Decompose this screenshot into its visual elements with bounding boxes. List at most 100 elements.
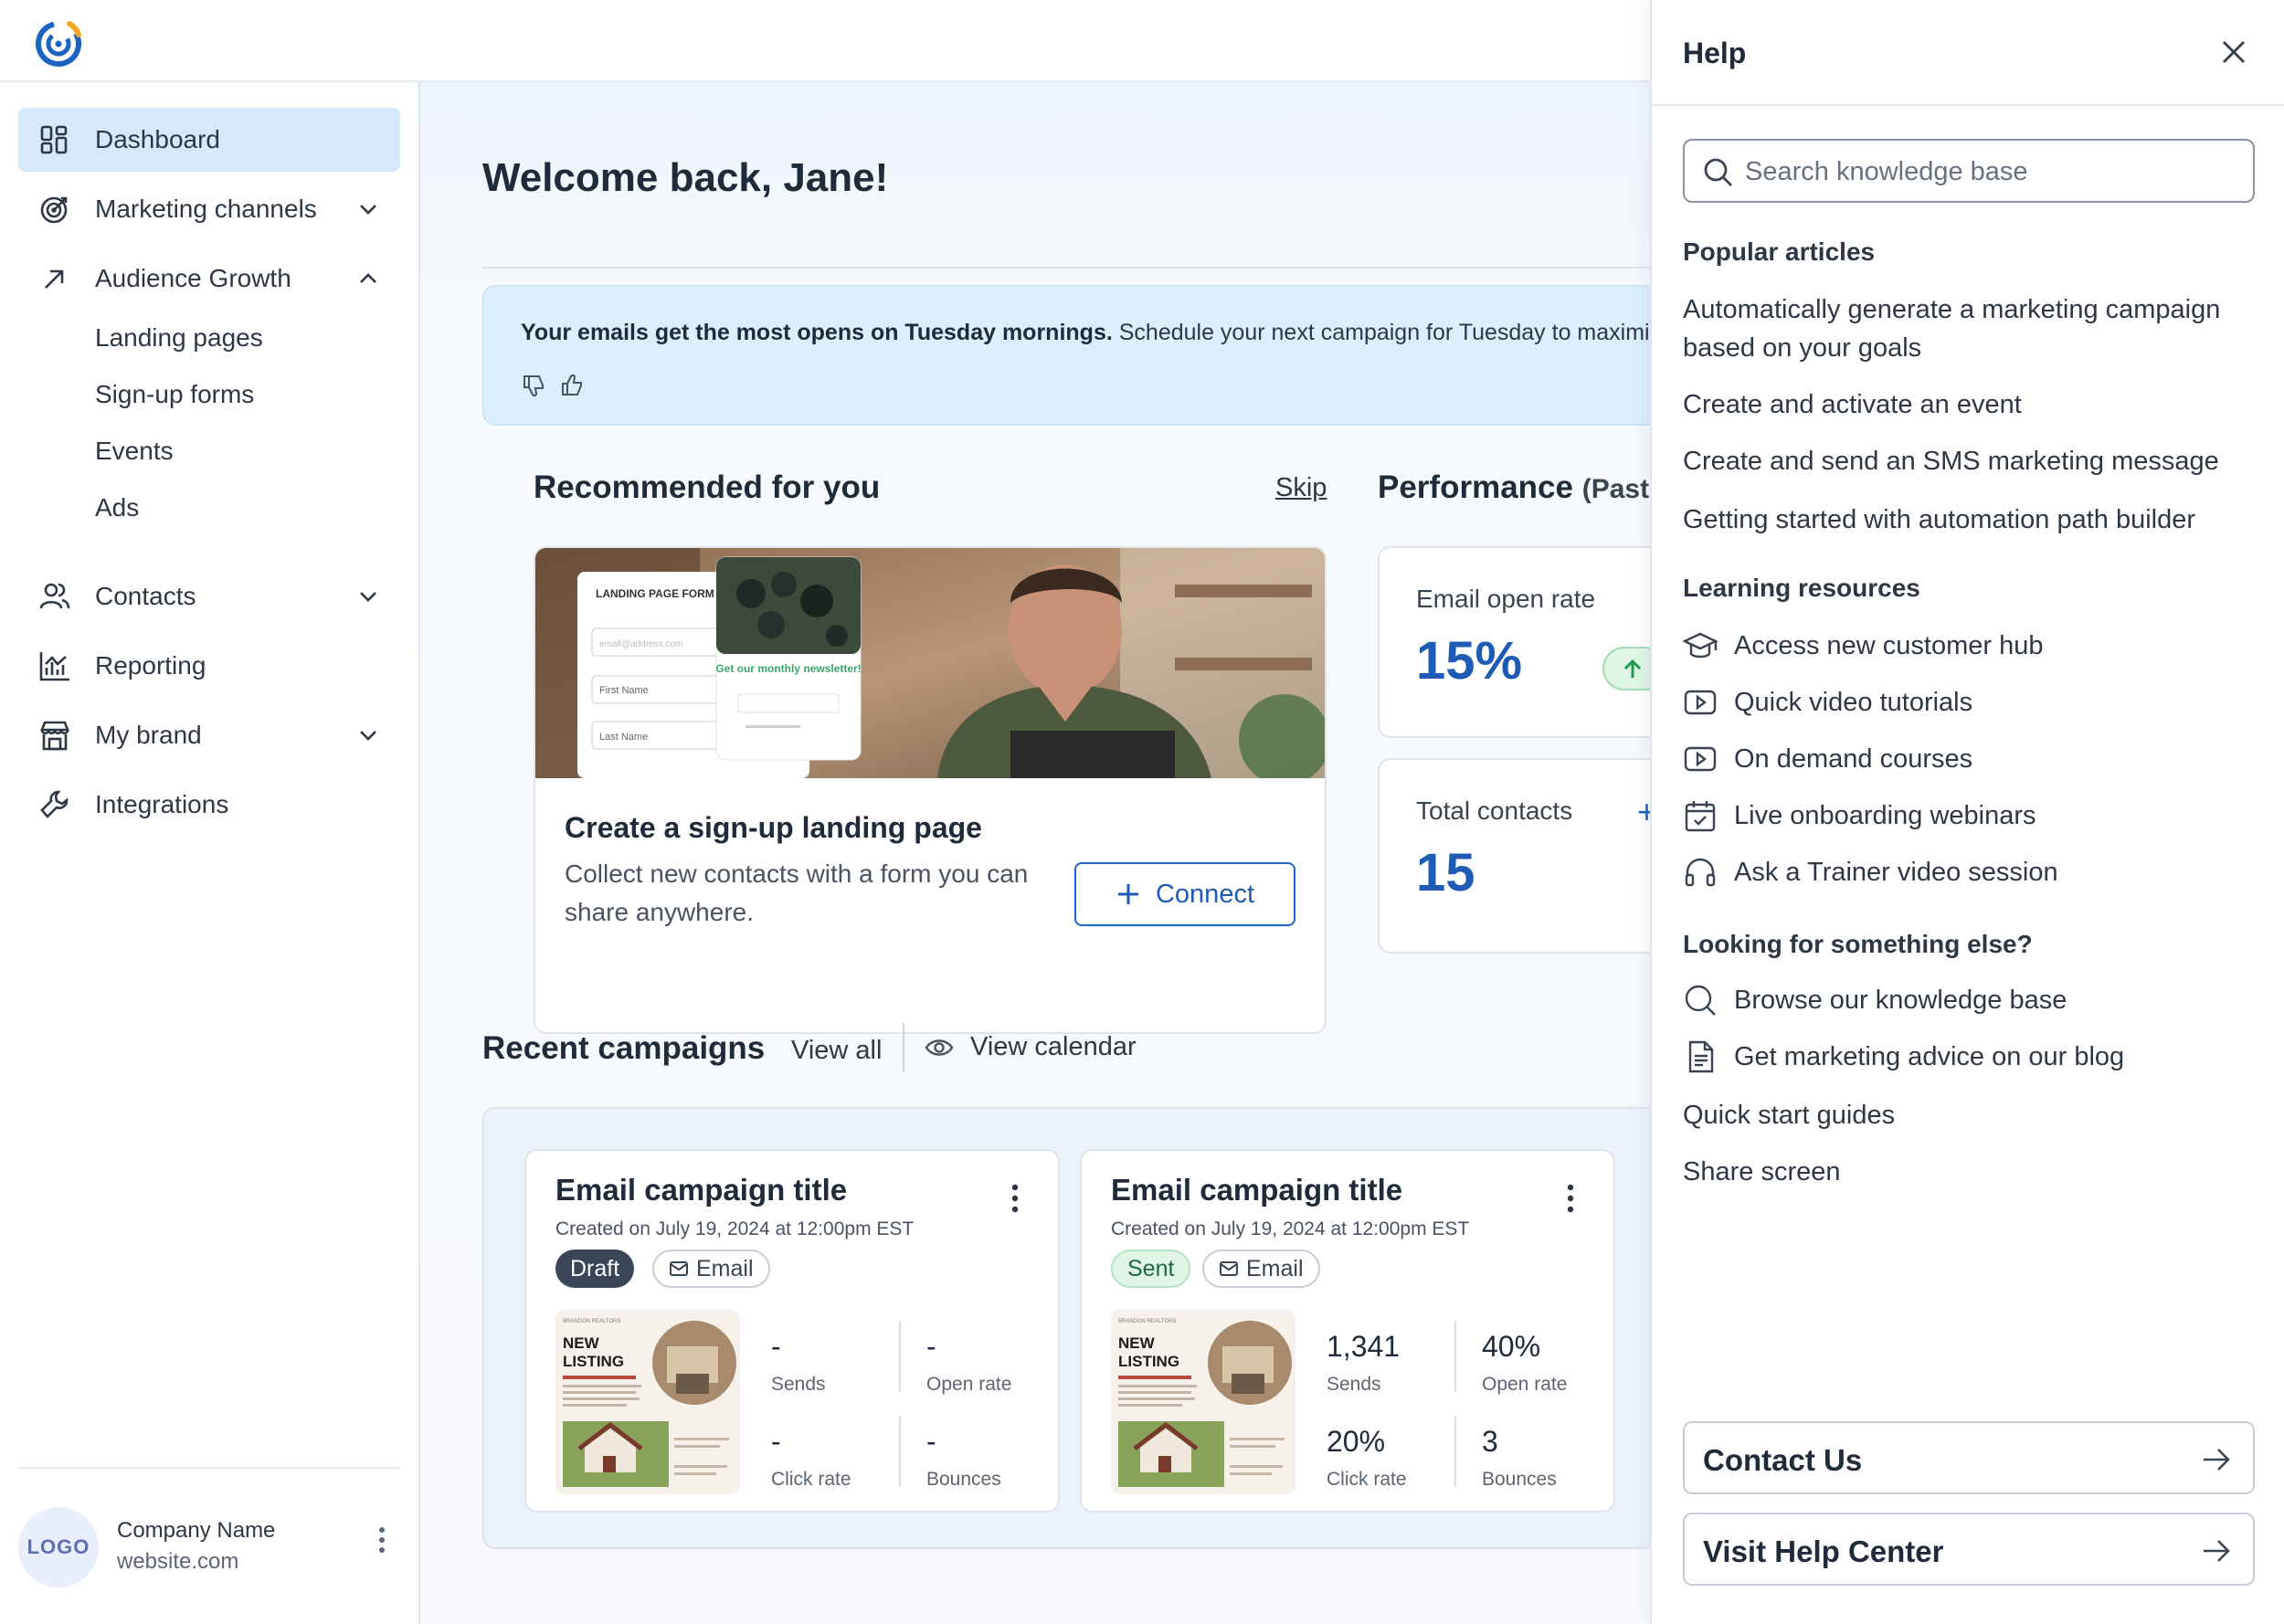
status-badge: Draft <box>555 1250 635 1288</box>
visit-help-center-button[interactable]: Visit Help Center <box>1683 1513 2255 1586</box>
sidebar-item-label: Audience Growth <box>95 264 291 292</box>
stat-label-bounces: Bounces <box>1482 1469 1557 1490</box>
metric-value: 15 <box>1416 843 1475 902</box>
sidebar-subitem-landing-pages[interactable]: Landing pages <box>95 323 263 353</box>
close-icon[interactable] <box>2220 38 2247 66</box>
document-icon <box>1688 1040 1714 1073</box>
campaign-thumbnail: BRANDON REALTORS NEW LISTING <box>1111 1310 1295 1494</box>
sidebar-item-label: My brand <box>95 721 202 749</box>
stat-value-sends: 1,341 <box>1327 1330 1401 1363</box>
sidebar-item-integrations[interactable]: Integrations <box>18 773 400 837</box>
brand-logo-icon[interactable] <box>33 16 86 69</box>
sidebar-item-marketing-channels[interactable]: Marketing channels <box>18 177 400 241</box>
resource-label: On demand courses <box>1734 743 1973 774</box>
search-icon <box>1685 985 1716 1016</box>
campaign-card[interactable]: Email campaign title Created on July 19,… <box>524 1149 1060 1513</box>
quick-start-guides-link[interactable]: Quick start guides <box>1683 1096 2249 1134</box>
resource-link[interactable]: Live onboarding webinars <box>1683 798 2036 833</box>
campaign-thumbnail: BRANDON REALTORS NEW LISTING <box>555 1310 740 1494</box>
top-bar <box>0 0 1652 82</box>
sidebar-item-my-brand[interactable]: My brand <box>18 703 400 767</box>
share-screen-link[interactable]: Share screen <box>1683 1153 2249 1191</box>
chevron-up-icon[interactable] <box>358 269 378 288</box>
recommendation-title: Create a sign-up landing page <box>565 811 982 844</box>
arrow-up-icon <box>1623 659 1642 678</box>
headset-icon <box>1685 858 1716 887</box>
thumbnail-header: BRANDON REALTORS <box>1118 1319 1176 1324</box>
video-play-icon <box>1684 746 1717 772</box>
more-options-icon[interactable] <box>1010 1184 1020 1213</box>
sidebar-item-contacts[interactable]: Contacts <box>18 564 400 628</box>
sidebar-item-label: Contacts <box>95 582 196 610</box>
company-name: Company Name <box>117 1518 276 1543</box>
insight-bold-text: Your emails get the most opens on Tuesda… <box>521 320 1113 345</box>
learning-resources-heading: Learning resources <box>1683 574 1920 602</box>
eye-icon <box>925 1039 954 1056</box>
resource-link[interactable]: Ask a Trainer video session <box>1683 855 2058 890</box>
campaign-card[interactable]: Email campaign title Created on July 19,… <box>1080 1149 1615 1513</box>
knowledge-base-link[interactable]: Browse our knowledge base <box>1683 983 2067 1018</box>
thumbs-down-icon[interactable] <box>521 373 546 398</box>
contact-us-button[interactable]: Contact Us <box>1683 1421 2255 1494</box>
sidebar-subitem-sign-up-forms[interactable]: Sign-up forms <box>95 380 254 409</box>
chevron-down-icon[interactable] <box>358 587 378 606</box>
performance-title-text: Performance <box>1378 469 1573 505</box>
chevron-down-icon[interactable] <box>358 200 378 218</box>
account-menu-icon[interactable] <box>371 1524 393 1556</box>
sidebar-item-audience-growth[interactable]: Audience Growth <box>18 247 400 311</box>
resource-label: Access new customer hub <box>1734 630 2044 660</box>
skip-link[interactable]: Skip <box>1275 473 1327 503</box>
sidebar-item-reporting[interactable]: Reporting <box>18 634 400 698</box>
article-link[interactable]: Create and send an SMS marketing message <box>1683 442 2249 480</box>
article-link[interactable]: Create and activate an event <box>1683 385 2249 424</box>
metric-card-open-rate[interactable]: Email open rate 15% <box>1378 546 1652 738</box>
image-first-name: First Name <box>599 685 649 696</box>
view-calendar-label: View calendar <box>970 1032 1137 1061</box>
sidebar-divider <box>18 1467 400 1469</box>
metric-label: Email open rate <box>1416 585 1596 613</box>
more-options-icon[interactable] <box>1566 1184 1575 1213</box>
campaign-date: Created on July 19, 2024 at 12:00pm EST <box>555 1218 915 1239</box>
performance-subtitle: (Past 3 <box>1581 474 1652 504</box>
stat-label-open-rate: Open rate <box>1482 1374 1568 1395</box>
view-calendar-link[interactable]: View calendar <box>925 1032 1137 1062</box>
image-last-name: Last Name <box>599 732 648 743</box>
stat-divider <box>899 1321 901 1392</box>
page-title: Welcome back, Jane! <box>482 155 889 200</box>
stat-divider <box>899 1416 901 1487</box>
image-form-heading: LANDING PAGE FORM <box>596 587 714 600</box>
article-link[interactable]: Automatically generate a marketing campa… <box>1683 290 2249 367</box>
company-website: website.com <box>117 1549 239 1574</box>
stat-label-click-rate: Click rate <box>771 1469 851 1490</box>
stat-value-sends: - <box>771 1330 781 1363</box>
chevron-down-icon[interactable] <box>358 726 378 744</box>
view-all-link[interactable]: View all <box>791 1036 882 1066</box>
plus-icon <box>1117 884 1138 904</box>
thumbs-up-icon[interactable] <box>559 373 585 398</box>
resource-link[interactable]: Quick video tutorials <box>1683 685 1972 720</box>
main-content: Welcome back, Jane! Your emails get the … <box>420 82 1652 1624</box>
help-title: Help <box>1683 37 1747 69</box>
sidebar-subitem-ads[interactable]: Ads <box>95 493 139 522</box>
resource-label: Browse our knowledge base <box>1734 985 2067 1015</box>
header-divider <box>482 267 1652 269</box>
channel-badge: Email <box>652 1250 770 1288</box>
article-link[interactable]: Getting started with automation path bui… <box>1683 501 2249 539</box>
resource-link[interactable]: Access new customer hub <box>1683 628 2043 663</box>
stat-value-bounces: - <box>926 1425 936 1458</box>
metric-label: Total contacts <box>1416 796 1573 825</box>
search-icon <box>1704 158 1732 186</box>
blog-link[interactable]: Get marketing advice on our blog <box>1683 1039 2124 1074</box>
connect-button[interactable]: Connect <box>1074 862 1295 926</box>
sidebar-subitem-events[interactable]: Events <box>95 437 174 466</box>
metric-card-total-contacts[interactable]: Total contacts + 15 <box>1378 758 1652 954</box>
store-icon <box>40 721 69 751</box>
resource-link[interactable]: On demand courses <box>1683 742 1972 776</box>
arrow-right-icon <box>2204 1540 2230 1562</box>
connect-button-label: Connect <box>1155 879 1254 909</box>
campaigns-container: Email campaign title Created on July 19,… <box>482 1107 1652 1549</box>
campaign-title: Email campaign title <box>555 1173 848 1207</box>
search-input[interactable] <box>1745 152 2238 192</box>
sidebar-item-dashboard[interactable]: Dashboard <box>18 108 400 172</box>
sidebar-item-label: Reporting <box>95 651 206 680</box>
